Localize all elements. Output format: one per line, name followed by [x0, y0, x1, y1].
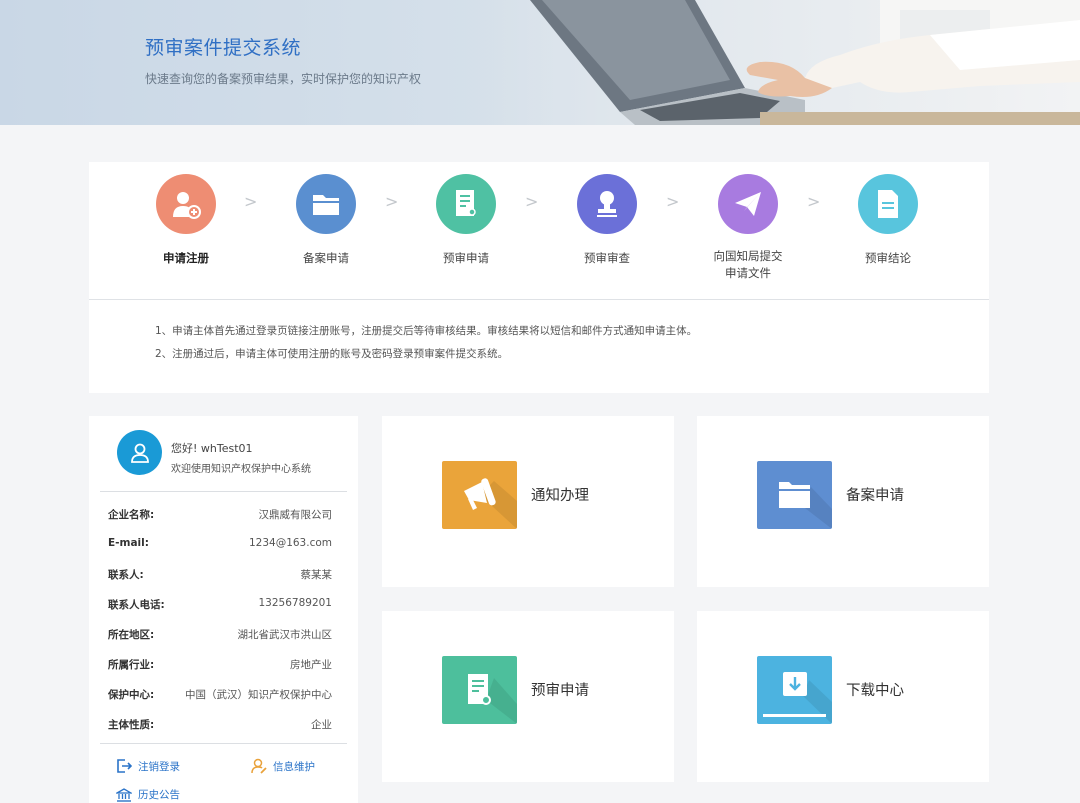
info-value: 中国（武汉）知识产权保护中心 — [185, 689, 332, 701]
logout-icon — [117, 759, 132, 773]
info-maintain-link[interactable]: 信息维护 — [251, 758, 315, 774]
info-maintain-label: 信息维护 — [273, 760, 315, 773]
welcome-text: 欢迎使用知识产权保护中心系统 — [171, 464, 311, 475]
step-label: 预审审查 — [584, 251, 630, 265]
info-value: 蔡某某 — [300, 569, 333, 581]
step-arrow: > — [807, 192, 821, 211]
info-row-entity-type: 主体性质: 企业 — [108, 717, 332, 737]
header-banner: 预审案件提交系统 快速查询您的备案预审结果，实时保护您的知识产权 — [0, 0, 1080, 125]
tile-label: 下载中心 — [846, 683, 904, 699]
instruction-note-1: 1、申请主体首先通过登录页链接注册账号，注册提交后等待审核结果。审核结果将以短信… — [155, 325, 698, 337]
info-value: 13256789201 — [258, 597, 333, 609]
step-label: 向国知局提交申请文件 — [713, 249, 783, 280]
tile-pre-review-apply[interactable]: 预审申请 — [382, 611, 674, 782]
instruction-note-2: 2、注册通过后，申请主体可使用注册的账号及密码登录预审案件提交系统。 — [155, 348, 509, 360]
info-row-center: 保护中心: 中国（武汉）知识产权保护中心 — [108, 687, 332, 707]
tile-label: 预审申请 — [531, 683, 589, 699]
user-edit-icon — [251, 758, 267, 774]
tile-filing-apply[interactable]: 备案申请 — [697, 416, 989, 587]
info-row-email: E-mail: 1234@163.com — [108, 537, 332, 557]
step-filing: 备案申请 — [266, 174, 386, 267]
tile-download-center[interactable]: 下载中心 — [697, 611, 989, 782]
laptop-hands-image — [460, 0, 1080, 125]
avatar — [117, 430, 162, 475]
step-label: 申请注册 — [163, 251, 209, 265]
step-register: 申请注册 — [126, 174, 246, 267]
user-add-icon — [156, 174, 216, 234]
user-divider — [100, 491, 347, 492]
tile-label: 备案申请 — [846, 488, 904, 504]
info-value: 汉鼎威有限公司 — [258, 509, 333, 521]
info-key: E-mail: — [108, 537, 149, 549]
step-pre-review-check: 预审审查 — [547, 174, 667, 267]
logout-link[interactable]: 注销登录 — [116, 758, 180, 774]
info-key: 联系人: — [108, 569, 144, 581]
info-row-phone: 联系人电话: 13256789201 — [108, 597, 332, 617]
step-submit-cnipa: 向国知局提交申请文件 — [688, 174, 808, 282]
page-title: 预审案件提交系统 — [145, 37, 302, 59]
info-row-region: 所在地区: 湖北省武汉市洪山区 — [108, 627, 332, 647]
info-key: 联系人电话: — [108, 599, 165, 611]
process-steps-card: 申请注册 > 备案申请 > 预审申请 > 预审审查 > 向国知局提交申请文件 >… — [89, 162, 989, 393]
info-value: 房地产业 — [290, 659, 332, 671]
info-key: 企业名称: — [108, 509, 155, 521]
download-icon — [757, 656, 832, 724]
user-divider — [100, 743, 347, 744]
document-icon — [436, 174, 496, 234]
document-icon — [442, 656, 517, 724]
folder-icon — [296, 174, 356, 234]
info-row-company: 企业名称: 汉鼎威有限公司 — [108, 507, 332, 527]
user-icon — [130, 443, 149, 463]
step-label: 预审申请 — [443, 251, 489, 265]
file-text-icon — [858, 174, 918, 234]
logout-label: 注销登录 — [138, 760, 180, 773]
tile-label: 通知办理 — [531, 488, 589, 504]
step-arrow: > — [525, 192, 539, 211]
stamp-icon — [577, 174, 637, 234]
paper-plane-icon — [718, 174, 778, 234]
step-arrow: > — [244, 192, 258, 211]
step-label: 备案申请 — [303, 251, 349, 265]
page-subtitle: 快速查询您的备案预审结果，实时保护您的知识产权 — [145, 72, 422, 86]
info-key: 所属行业: — [108, 659, 155, 671]
folder-icon — [757, 461, 832, 529]
info-value: 企业 — [311, 719, 332, 731]
user-greeting: 您好! whTest01 — [171, 442, 253, 455]
step-pre-review-apply: 预审申请 — [406, 174, 526, 267]
info-value: 湖北省武汉市洪山区 — [237, 629, 333, 641]
step-arrow: > — [385, 192, 399, 211]
bank-icon — [116, 787, 132, 802]
info-key: 主体性质: — [108, 719, 155, 731]
user-info-card: 您好! whTest01 欢迎使用知识产权保护中心系统 企业名称: 汉鼎威有限公… — [89, 416, 358, 803]
step-arrow: > — [666, 192, 680, 211]
info-row-industry: 所属行业: 房地产业 — [108, 657, 332, 677]
megaphone-icon — [442, 461, 517, 529]
history-notice-link[interactable]: 历史公告 — [116, 787, 180, 802]
info-value: 1234@163.com — [248, 537, 332, 549]
steps-divider — [89, 299, 989, 300]
step-conclusion: 预审结论 — [828, 174, 948, 267]
history-notice-label: 历史公告 — [138, 789, 180, 801]
info-key: 所在地区: — [108, 629, 155, 641]
info-key: 保护中心: — [108, 689, 155, 701]
step-label: 预审结论 — [865, 251, 911, 265]
info-row-contact: 联系人: 蔡某某 — [108, 567, 332, 587]
tile-notice-handling[interactable]: 通知办理 — [382, 416, 674, 587]
